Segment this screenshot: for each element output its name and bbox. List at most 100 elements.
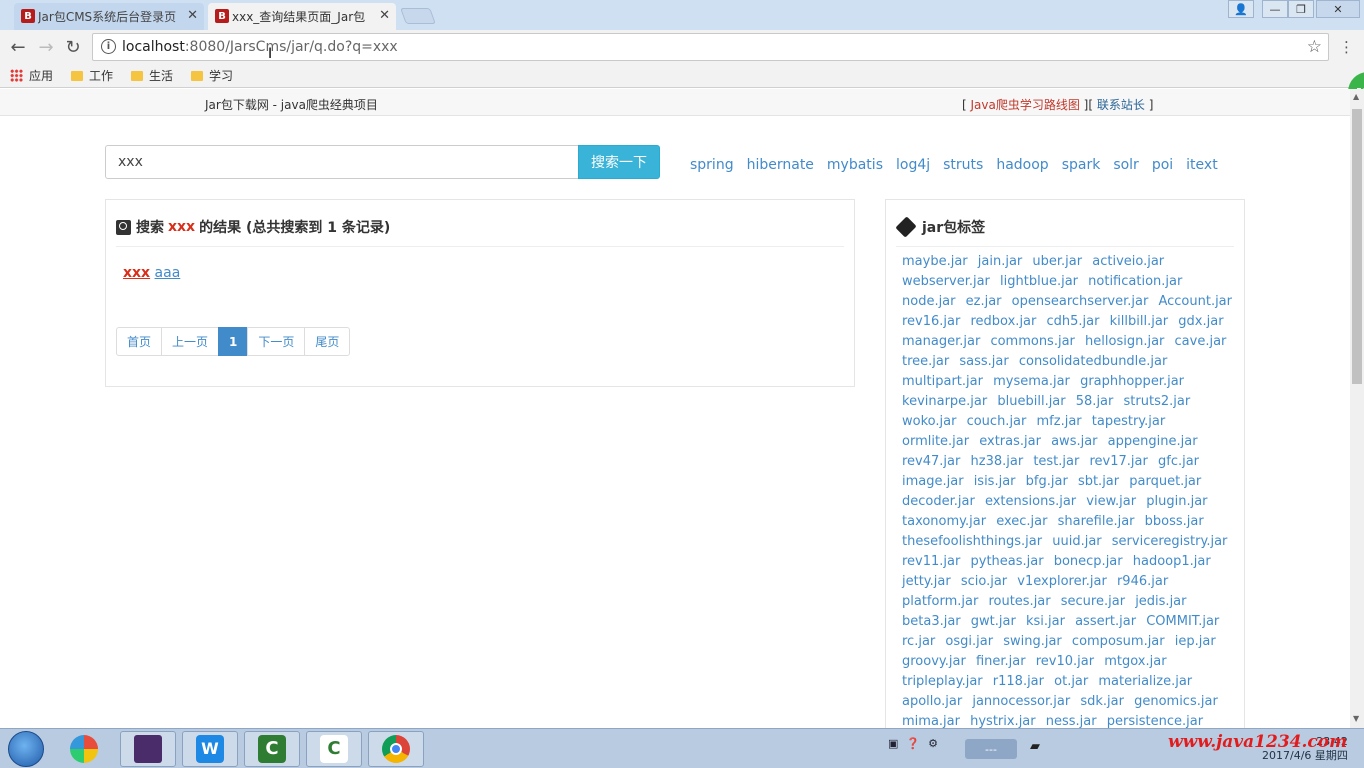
media-center-icon[interactable] [58,731,110,767]
tag-link[interactable]: COMMIT.jar [1146,614,1219,629]
hot-link-mybatis[interactable]: mybatis [827,157,883,173]
tag-link[interactable]: commons.jar [990,334,1074,349]
tag-link[interactable]: rev47.jar [902,454,960,469]
page-last-button[interactable]: 尾页 [304,327,351,356]
tag-link[interactable]: activeio.jar [1092,254,1164,269]
scroll-up-arrow-icon[interactable]: ▲ [1353,92,1359,101]
tag-link[interactable]: consolidatedbundle.jar [1019,354,1168,369]
tag-link[interactable]: exec.jar [996,514,1047,529]
tag-link[interactable]: aws.jar [1051,434,1097,449]
tag-link[interactable]: rc.jar [902,634,935,649]
forward-arrow-icon[interactable]: → [36,37,56,58]
tag-link[interactable]: mima.jar [902,714,960,729]
tag-link[interactable]: materialize.jar [1098,674,1192,689]
tag-link[interactable]: hz38.jar [971,454,1024,469]
tag-link[interactable]: woko.jar [902,414,956,429]
tag-link[interactable]: rev16.jar [902,314,960,329]
hot-link-solr[interactable]: solr [1113,157,1139,173]
tag-link[interactable]: maybe.jar [902,254,968,269]
site-info-icon[interactable]: i [101,39,116,54]
network-icon[interactable]: ▰ [1030,739,1040,754]
tag-link[interactable]: gwt.jar [971,614,1016,629]
tag-link[interactable]: assert.jar [1075,614,1136,629]
hot-link-struts[interactable]: struts [943,157,983,173]
gear-icon[interactable]: ⚙ [928,737,938,750]
tag-link[interactable]: uber.jar [1032,254,1082,269]
tag-link[interactable]: redbox.jar [971,314,1037,329]
input-method-box[interactable]: --- [965,739,1017,759]
tag-link[interactable]: r946.jar [1117,574,1168,589]
reload-icon[interactable]: ↻ [63,37,83,58]
tag-link[interactable]: taxonomy.jar [902,514,986,529]
tag-link[interactable]: beta3.jar [902,614,961,629]
bookmark-folder-study[interactable]: 学习 [191,67,233,84]
tag-link[interactable]: serviceregistry.jar [1112,534,1228,549]
bookmark-folder-life[interactable]: 生活 [131,67,173,84]
tag-link[interactable]: bluebill.jar [997,394,1065,409]
bookmark-folder-work[interactable]: 工作 [71,67,113,84]
tag-link[interactable]: r118.jar [993,674,1044,689]
tag-link[interactable]: jain.jar [978,254,1022,269]
tag-link[interactable]: rev10.jar [1036,654,1094,669]
tag-link[interactable]: bfg.jar [1026,474,1068,489]
tag-link[interactable]: rev17.jar [1089,454,1147,469]
tag-link[interactable]: isis.jar [974,474,1016,489]
tag-link[interactable]: parquet.jar [1129,474,1201,489]
tag-link[interactable]: bonecp.jar [1054,554,1123,569]
tag-link[interactable]: killbill.jar [1110,314,1169,329]
tag-link[interactable]: appengine.jar [1108,434,1198,449]
tag-link[interactable]: struts2.jar [1124,394,1191,409]
browser-menu-icon[interactable]: ⋮ [1339,38,1354,56]
start-button[interactable] [8,731,44,767]
tag-link[interactable]: composum.jar [1072,634,1165,649]
close-tab-icon[interactable]: ✕ [379,8,390,23]
java-ee-ide-icon[interactable] [120,731,176,767]
tag-link[interactable]: scio.jar [961,574,1007,589]
tag-link[interactable]: opensearchserver.jar [1012,294,1149,309]
tag-link[interactable]: secure.jar [1061,594,1125,609]
address-url[interactable]: localhost:8080/JarsCms/jar/q.do?q=xxx [122,39,398,55]
tag-link[interactable]: Account.jar [1158,294,1232,309]
tag-link[interactable]: mfz.jar [1037,414,1082,429]
page-prev-button[interactable]: 上一页 [161,327,220,356]
hot-link-hibernate[interactable]: hibernate [747,157,814,173]
bookmark-apps[interactable]: 应用 [10,67,53,84]
hot-link-spring[interactable]: spring [690,157,734,173]
tag-link[interactable]: jedis.jar [1135,594,1186,609]
tag-link[interactable]: ez.jar [966,294,1002,309]
user-profile-icon[interactable]: 👤 [1228,0,1254,18]
tag-link[interactable]: node.jar [902,294,956,309]
tag-link[interactable]: extensions.jar [985,494,1076,509]
tag-link[interactable]: multipart.jar [902,374,983,389]
tag-link[interactable]: tripleplay.jar [902,674,983,689]
tag-link[interactable]: image.jar [902,474,964,489]
tab-cms-login[interactable]: B Jar包CMS系统后台登录页 ✕ [14,3,204,30]
help-icon[interactable]: ❓ [906,737,920,750]
tag-link[interactable]: uuid.jar [1052,534,1101,549]
tag-link[interactable]: rev11.jar [902,554,960,569]
tag-link[interactable]: ness.jar [1046,714,1097,729]
tag-link[interactable]: iep.jar [1175,634,1216,649]
page-next-button[interactable]: 下一页 [247,327,306,356]
tag-link[interactable]: sdk.jar [1080,694,1124,709]
tag-link[interactable]: ksi.jar [1026,614,1065,629]
tag-link[interactable]: hystrix.jar [970,714,1036,729]
tag-link[interactable]: gfc.jar [1158,454,1199,469]
page-scrollbar[interactable]: ▲ ▼ [1350,89,1364,728]
scroll-thumb[interactable] [1352,109,1362,384]
address-bar[interactable]: i localhost:8080/JarsCms/jar/q.do?q=xxx … [92,33,1329,61]
close-window-button[interactable]: ✕ [1316,0,1360,18]
search-input[interactable] [105,145,579,179]
scroll-down-arrow-icon[interactable]: ▼ [1353,714,1359,723]
tag-link[interactable]: swing.jar [1003,634,1062,649]
tag-link[interactable]: sass.jar [959,354,1008,369]
close-tab-icon[interactable]: ✕ [187,8,198,23]
page-first-button[interactable]: 首页 [116,327,163,356]
tag-link[interactable]: routes.jar [988,594,1050,609]
tag-link[interactable]: test.jar [1033,454,1079,469]
tag-link[interactable]: tapestry.jar [1092,414,1165,429]
tray-app-icon[interactable]: ▣ [888,737,898,750]
roadmap-link[interactable]: Java爬虫学习路线图 [971,98,1080,112]
tag-link[interactable]: cdh5.jar [1047,314,1100,329]
tag-link[interactable]: hellosign.jar [1085,334,1164,349]
